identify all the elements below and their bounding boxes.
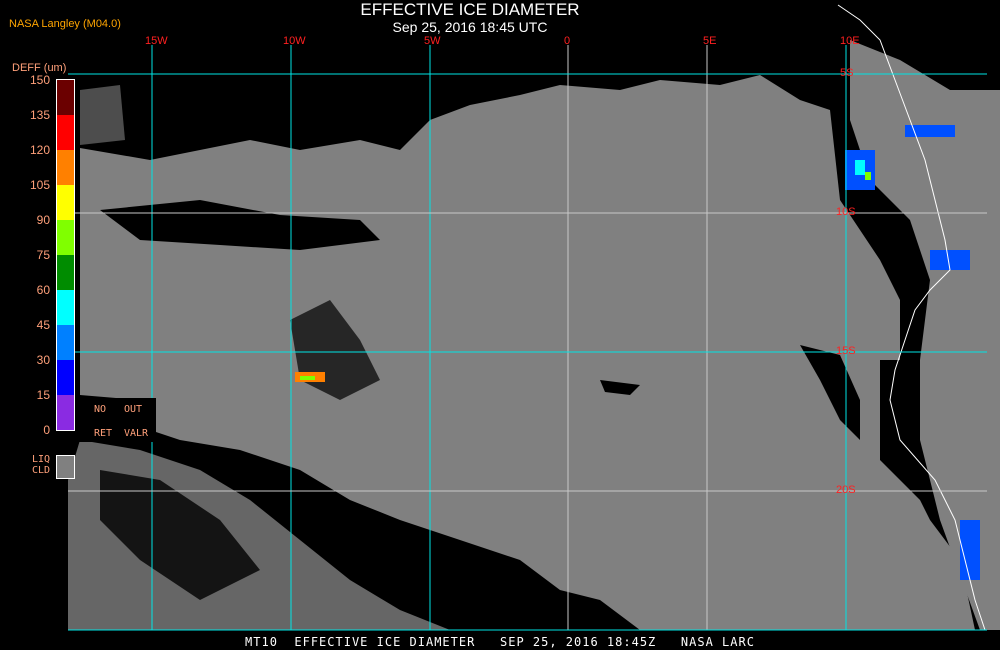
- legend-tick: 75: [36, 248, 50, 262]
- color-swatch: [57, 80, 74, 115]
- lat-label: 15S: [836, 345, 856, 357]
- legend-tick: 135: [29, 108, 50, 122]
- satellite-map: [68, 4, 1000, 631]
- color-swatch: [57, 395, 74, 430]
- map-timestamp: Sep 25, 2016 18:45 UTC: [392, 19, 548, 35]
- legend-tick: 0: [43, 423, 50, 437]
- legend-tick: 30: [36, 353, 50, 367]
- lon-label: 0: [564, 35, 571, 47]
- color-swatch: [57, 325, 74, 360]
- lon-label: 10W: [283, 35, 306, 47]
- legend-tick: 150: [29, 73, 50, 87]
- color-swatch: [57, 255, 74, 290]
- color-swatch: [57, 360, 74, 395]
- footer-caption: MT10 EFFECTIVE ICE DIAMETER SEP 25, 2016…: [245, 635, 755, 649]
- lon-label: 5W: [424, 35, 441, 47]
- legend-tick: 90: [36, 213, 50, 227]
- legend-tick: 45: [36, 318, 50, 332]
- lon-label: 15W: [145, 35, 168, 47]
- legend-tick: 120: [29, 143, 50, 157]
- no-label: NO: [94, 404, 107, 415]
- valr-label: VALR: [124, 428, 149, 439]
- liq-label: LIQ: [32, 454, 51, 465]
- lon-label: 10E: [840, 35, 860, 47]
- legend-tick: 15: [36, 388, 50, 402]
- lon-label: 5E: [703, 35, 717, 47]
- color-swatch: [57, 150, 74, 185]
- liquid-cloud-swatch: [56, 455, 75, 479]
- lat-label: 10S: [836, 206, 856, 218]
- color-swatch: [57, 115, 74, 150]
- color-swatch: [57, 220, 74, 255]
- color-swatch: [57, 185, 74, 220]
- legend-tick: 60: [36, 283, 50, 297]
- lat-label: 20S: [836, 484, 856, 496]
- lat-label: 5S: [840, 67, 854, 79]
- cld-label: CLD: [32, 465, 51, 476]
- legend-tick: 105: [29, 178, 50, 192]
- map-title: EFFECTIVE ICE DIAMETER: [360, 0, 580, 19]
- ret-label: RET: [94, 428, 113, 439]
- color-swatch: [57, 290, 74, 325]
- agency-label: NASA Langley (M04.0): [9, 18, 121, 30]
- out-label: OUT: [124, 404, 143, 415]
- color-scale-bar: [56, 79, 75, 431]
